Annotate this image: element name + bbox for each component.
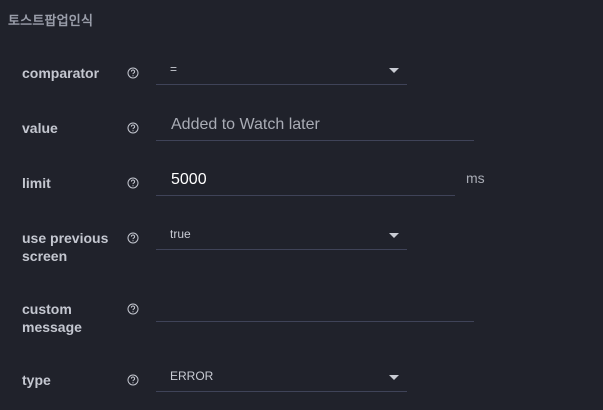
help-icon[interactable]: [127, 177, 139, 189]
limit-input-container: [156, 165, 455, 196]
help-icon[interactable]: [127, 303, 139, 315]
limit-label: limit: [22, 175, 51, 191]
help-icon[interactable]: [127, 374, 139, 386]
use-previous-screen-selected-value: true: [170, 227, 191, 241]
use-previous-screen-label: use previous screen: [22, 229, 108, 265]
use-previous-screen-label-line2: screen: [22, 248, 68, 264]
comparator-label: comparator: [22, 65, 100, 81]
help-icon[interactable]: [127, 122, 139, 134]
limit-unit: ms: [466, 170, 485, 186]
toast-popup-recognition-panel: 토스트팝업인식 comparator = value limit ms use …: [0, 0, 603, 410]
limit-input[interactable]: [156, 165, 455, 195]
caret-down-icon: [389, 375, 399, 380]
use-previous-screen-select[interactable]: true: [156, 221, 407, 250]
type-selected-value: ERROR: [170, 369, 214, 383]
caret-down-icon: [389, 233, 399, 238]
custom-message-label: custom message: [22, 300, 82, 336]
use-previous-screen-label-line1: use previous: [22, 230, 109, 246]
custom-message-input[interactable]: [156, 291, 474, 321]
section-title: 토스트팝업인식: [8, 14, 94, 29]
help-icon[interactable]: [127, 232, 139, 244]
comparator-selected-value: =: [170, 62, 178, 76]
help-icon[interactable]: [127, 67, 139, 79]
custom-message-label-line2: message: [22, 319, 82, 335]
caret-down-icon: [389, 68, 399, 73]
value-input[interactable]: [156, 110, 474, 140]
type-label: type: [22, 372, 51, 388]
value-input-container: [156, 110, 474, 141]
comparator-select[interactable]: =: [156, 56, 407, 85]
custom-message-input-container: [156, 291, 474, 322]
custom-message-label-line1: custom: [22, 301, 72, 317]
type-select[interactable]: ERROR: [156, 363, 407, 392]
value-label: value: [22, 120, 58, 136]
